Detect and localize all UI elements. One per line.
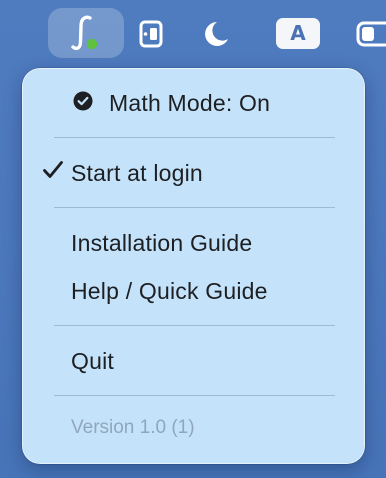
keyboard-input-icon[interactable]: A <box>276 18 320 49</box>
moon-icon[interactable] <box>198 17 232 51</box>
menu-separator <box>54 207 335 208</box>
math-app-icon[interactable] <box>48 8 124 58</box>
toggle-icon[interactable] <box>356 21 386 47</box>
installation-guide-label: Installation Guide <box>71 230 253 256</box>
checkmark-circle-icon <box>73 88 93 111</box>
status-dot-icon <box>86 38 98 50</box>
start-at-login-label: Start at login <box>71 160 203 186</box>
quit-label: Quit <box>71 348 114 374</box>
menu-separator <box>54 325 335 326</box>
version-label: Version 1.0 (1) <box>71 417 195 438</box>
menu-separator <box>54 395 335 396</box>
menu-bar: A <box>0 0 386 62</box>
mirror-icon[interactable] <box>136 19 166 49</box>
help-quick-guide-label: Help / Quick Guide <box>71 278 268 304</box>
status-menu: Math Mode: On Start at login Installatio… <box>22 68 365 464</box>
math-mode-label: Math Mode: On <box>109 90 271 116</box>
checkmark-icon <box>41 158 65 182</box>
menu-separator <box>54 137 335 138</box>
